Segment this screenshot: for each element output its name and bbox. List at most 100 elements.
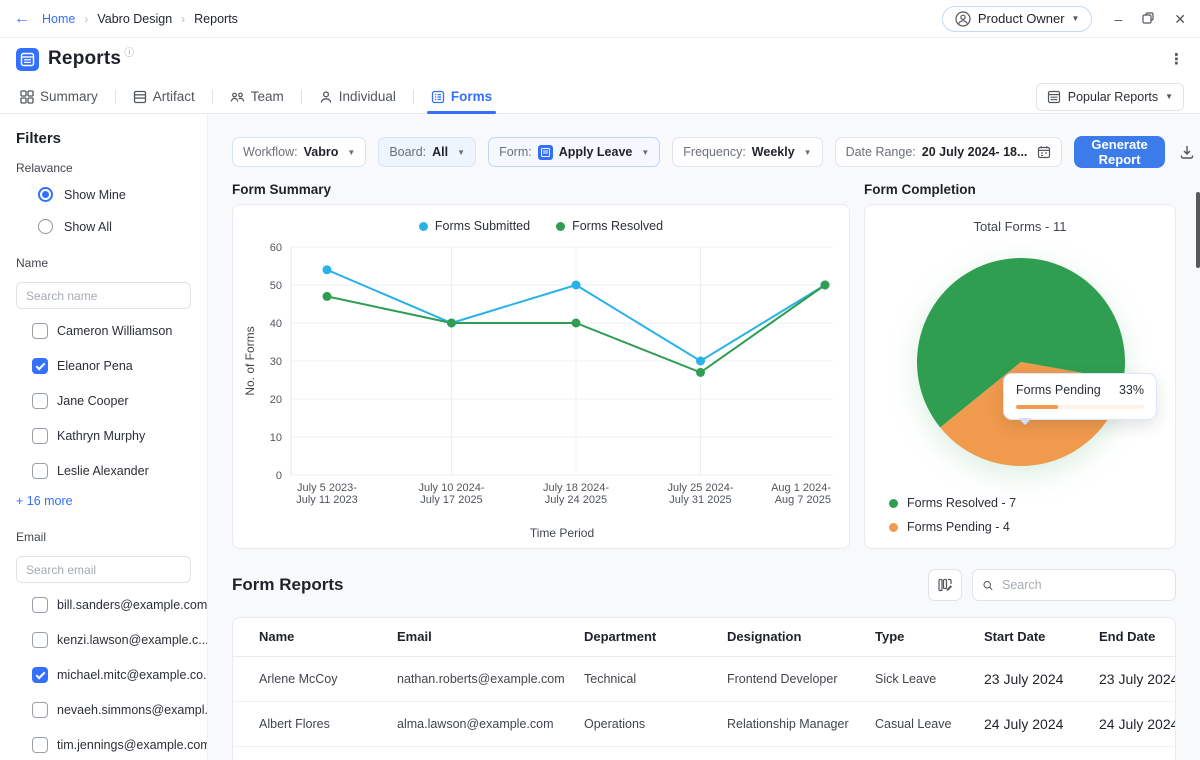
svg-text:July 5 2023-: July 5 2023-	[297, 482, 357, 494]
tab-label: Individual	[338, 89, 396, 104]
download-button[interactable]	[1177, 142, 1197, 162]
tab-label: Artifact	[152, 89, 195, 104]
tab-separator	[211, 89, 213, 104]
email-checkbox-row[interactable]: bill.sanders@example.com	[32, 597, 207, 613]
scrollbar-thumb[interactable]	[1196, 192, 1200, 268]
form-dropdown[interactable]: Form: Apply Leave ▼	[488, 137, 661, 167]
manage-columns-button[interactable]	[928, 569, 962, 601]
back-arrow-icon[interactable]: ←	[14, 10, 30, 27]
legend-item[interactable]: Forms Resolved	[556, 217, 663, 235]
checkbox-icon[interactable]	[32, 358, 48, 374]
radio-label: Show Mine	[64, 187, 126, 202]
role-selector[interactable]: Product Owner ▼	[941, 5, 1093, 32]
radio-icon[interactable]	[38, 219, 53, 234]
minimize-button[interactable]: –	[1114, 12, 1122, 26]
checkbox-icon[interactable]	[32, 428, 48, 444]
svg-text:0: 0	[276, 470, 282, 482]
legend-label: Forms Resolved	[572, 219, 664, 233]
col-header-designation: Designation	[727, 618, 875, 657]
checkbox-icon[interactable]	[32, 737, 48, 753]
tooltip-value: 33%	[1118, 383, 1144, 397]
forms-icon	[431, 90, 444, 103]
filters-sidebar: Filters Relavance Show Mine Show All Nam…	[0, 114, 208, 760]
checkbox-label: nevaeh.simmons@exampl...	[57, 703, 208, 717]
restore-button[interactable]	[1142, 11, 1154, 26]
artifact-icon	[133, 90, 146, 103]
data-point	[696, 367, 705, 377]
pie-legend-item[interactable]: Forms Pending - 4	[889, 520, 1016, 534]
relevance-radio-option[interactable]: Show Mine	[38, 187, 191, 202]
titlebar: ← Home › Vabro Design › Reports Product …	[0, 0, 1200, 38]
app-window: ← Home › Vabro Design › Reports Product …	[0, 0, 1200, 760]
checkbox-icon[interactable]	[32, 323, 48, 339]
table-row-partial	[233, 746, 1175, 760]
email-checkbox-row[interactable]: tim.jennings@example.com	[32, 737, 207, 753]
date-range-picker[interactable]: Date Range: 20 July 2024- 18...	[834, 137, 1063, 167]
checkbox-icon[interactable]	[32, 463, 48, 479]
search-icon	[983, 580, 993, 590]
form-summary-chart: 0 10 20 30 40 50 60 July 5 2023-July 11 2023 Jul…	[243, 242, 833, 540]
svg-text:July 24 2025: July 24 2025	[545, 494, 607, 506]
cell-end-date: 23 July 2024	[1099, 656, 1175, 702]
cell-department: Technical	[584, 656, 727, 702]
checkbox-icon[interactable]	[32, 702, 48, 718]
pie-legend-item[interactable]: Forms Resolved - 7	[889, 496, 1016, 510]
checkbox-icon[interactable]	[32, 667, 48, 683]
email-checkbox-row[interactable]: kenzi.lawson@example.c...	[32, 632, 207, 648]
board-dropdown[interactable]: Board: All ▼	[378, 137, 477, 167]
data-point	[447, 318, 456, 328]
search-email-input[interactable]	[16, 556, 191, 583]
name-checkbox-row[interactable]: Cameron Williamson	[32, 323, 191, 339]
date-range-label: Date Range:	[845, 145, 916, 159]
popular-reports-button[interactable]: Popular Reports ▼	[1035, 82, 1184, 111]
tab-forms[interactable]: Forms	[421, 80, 502, 114]
email-checkbox-list: bill.sanders@example.com kenzi.lawson@ex…	[16, 597, 207, 753]
breadcrumb-project[interactable]: Vabro Design	[97, 12, 172, 26]
relevance-radio-option[interactable]: Show All	[38, 219, 191, 234]
name-checkbox-row[interactable]: Kathryn Murphy	[32, 428, 191, 444]
breadcrumb-home[interactable]: Home	[42, 12, 75, 26]
generate-report-button[interactable]: Generate Report	[1074, 136, 1165, 168]
email-checkbox-row[interactable]: nevaeh.simmons@exampl...	[32, 702, 207, 718]
cell-department: Operations	[584, 701, 727, 747]
search-name-input[interactable]	[16, 282, 191, 309]
kebab-menu-icon[interactable]: ⋮	[1169, 50, 1184, 68]
radio-icon[interactable]	[38, 187, 53, 202]
name-checkbox-row[interactable]: Eleanor Pena	[32, 358, 191, 374]
workflow-dropdown[interactable]: Workflow: Vabro ▼	[232, 137, 367, 167]
tab-artifact[interactable]: Artifact	[123, 80, 205, 113]
legend-label: Forms Pending - 4	[907, 520, 1010, 534]
tab-summary[interactable]: Summary	[10, 80, 108, 113]
tab-team[interactable]: Team	[220, 80, 294, 113]
checkbox-label: kenzi.lawson@example.c...	[57, 633, 208, 647]
table-search-input[interactable]	[1000, 577, 1165, 593]
svg-text:July 31 2025: July 31 2025	[669, 494, 731, 506]
form-completion-title: Form Completion	[864, 182, 976, 197]
table-search[interactable]	[972, 569, 1176, 601]
name-checkbox-row[interactable]: Jane Cooper	[32, 393, 191, 409]
cell-email: alma.lawson@example.com	[397, 701, 584, 747]
email-checkbox-row[interactable]: michael.mitc@example.co...	[32, 667, 207, 683]
legend-label: Forms Resolved - 7	[907, 496, 1017, 510]
checkbox-icon[interactable]	[32, 632, 48, 648]
name-filter-label: Name	[16, 256, 49, 270]
close-button[interactable]: ✕	[1174, 12, 1186, 26]
name-checkbox-row[interactable]: Leslie Alexander	[32, 463, 191, 479]
cell-end-date: 24 July 2024	[1099, 701, 1175, 747]
chevron-down-icon: ▼	[641, 147, 650, 157]
checkbox-icon[interactable]	[32, 597, 48, 613]
svg-text:July 18 2024-: July 18 2024-	[543, 482, 609, 494]
cell-name: Albert Flores	[233, 701, 397, 747]
frequency-dropdown[interactable]: Frequency: Weekly ▼	[672, 137, 823, 167]
page-title: Reports	[48, 48, 122, 69]
line-chart-legend: Forms Submitted Forms Resolved	[233, 205, 849, 235]
checkbox-icon[interactable]	[32, 393, 48, 409]
names-more-link[interactable]: + 16 more	[16, 494, 191, 508]
form-reports-title: Form Reports	[232, 575, 344, 594]
svg-text:50: 50	[270, 280, 282, 292]
checkbox-label: Leslie Alexander	[57, 464, 149, 478]
info-icon[interactable]: ⓘ	[124, 44, 134, 59]
tooltip-progress-track	[1016, 405, 1144, 409]
tab-individual[interactable]: Individual	[309, 80, 406, 113]
legend-item[interactable]: Forms Submitted	[418, 217, 530, 235]
